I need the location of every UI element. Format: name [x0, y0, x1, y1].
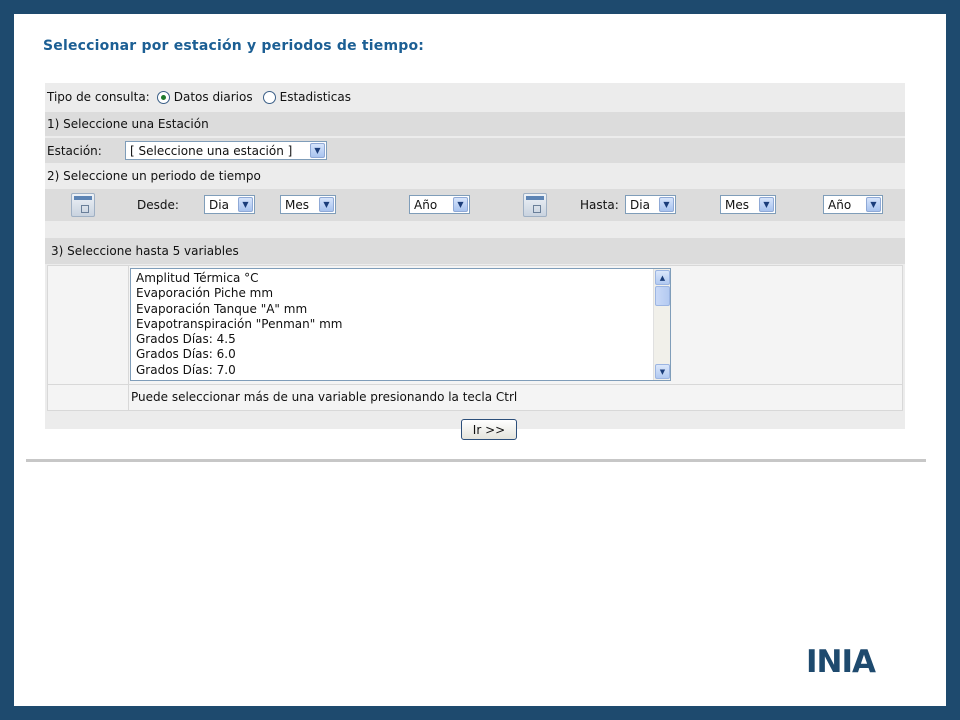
- list-item[interactable]: Grados Días: 7.0: [136, 363, 342, 378]
- chevron-down-icon[interactable]: ▼: [238, 197, 253, 212]
- scroll-up-icon[interactable]: ▲: [655, 270, 670, 285]
- radio-statistics-label[interactable]: Estadisticas: [280, 90, 351, 104]
- from-label: Desde:: [137, 198, 179, 212]
- step3-heading-row: 3) Seleccione hasta 5 variables: [45, 238, 905, 264]
- calendar-icon[interactable]: [523, 193, 547, 217]
- logo-text: INIA: [806, 644, 876, 680]
- scroll-down-icon[interactable]: ▼: [655, 364, 670, 379]
- chevron-down-icon[interactable]: ▼: [659, 197, 674, 212]
- hint-text: Puede seleccionar más de una variable pr…: [131, 390, 518, 404]
- list-item[interactable]: Evapotranspiración "Penman" mm: [136, 317, 342, 332]
- to-day-select[interactable]: Dia ▼: [625, 195, 676, 214]
- to-year-select[interactable]: Año ▼: [823, 195, 883, 214]
- inia-logo: INIA: [806, 644, 896, 680]
- to-year-value: Año: [828, 197, 852, 212]
- list-item[interactable]: Evaporación Tanque "A" mm: [136, 302, 342, 317]
- query-type-label: Tipo de consulta:: [47, 90, 150, 104]
- submit-button[interactable]: Ir >>: [461, 419, 517, 440]
- from-day-select[interactable]: Dia ▼: [204, 195, 255, 214]
- step2-heading-row: 2) Seleccione un periodo de tiempo: [45, 164, 905, 188]
- radio-daily-data-label[interactable]: Datos diarios: [174, 90, 253, 104]
- list-item[interactable]: Evaporación Piche mm: [136, 286, 342, 301]
- list-item[interactable]: Grados Días: 4.5: [136, 332, 342, 347]
- page-title: Seleccionar por estación y periodos de t…: [43, 38, 425, 54]
- to-label: Hasta:: [580, 198, 619, 212]
- step2-heading: 2) Seleccione un periodo de tiempo: [47, 169, 261, 183]
- from-year-select[interactable]: Año ▼: [409, 195, 470, 214]
- radio-statistics[interactable]: [262, 90, 276, 104]
- query-form: Tipo de consulta: Datos diarios Estadist…: [45, 83, 905, 440]
- to-day-value: Dia: [630, 197, 650, 212]
- chevron-down-icon[interactable]: ▼: [759, 197, 774, 212]
- cell-divider: [128, 266, 129, 384]
- variables-listbox[interactable]: Amplitud Térmica °C Evaporación Piche mm…: [130, 268, 671, 381]
- chevron-down-icon[interactable]: ▼: [319, 197, 334, 212]
- list-item[interactable]: Grados Días: 6.0: [136, 347, 342, 362]
- variables-list: Amplitud Térmica °C Evaporación Piche mm…: [136, 271, 342, 378]
- section-divider: [26, 459, 926, 462]
- list-item[interactable]: Amplitud Térmica °C: [136, 271, 342, 286]
- from-day-value: Dia: [209, 197, 229, 212]
- station-select[interactable]: [ Seleccione una estación ] ▼: [125, 141, 327, 160]
- chevron-down-icon[interactable]: ▼: [866, 197, 881, 212]
- station-label: Estación:: [47, 143, 102, 158]
- step1-heading: 1) Seleccione una Estación: [47, 117, 209, 131]
- list-scrollbar[interactable]: ▲ ▼: [653, 269, 670, 380]
- query-type-row: Tipo de consulta: Datos diarios Estadist…: [45, 83, 905, 111]
- step1-heading-row: 1) Seleccione una Estación: [45, 112, 905, 136]
- station-select-value: [ Seleccione una estación ]: [130, 143, 293, 158]
- from-year-value: Año: [414, 197, 438, 212]
- cell-divider: [128, 385, 129, 410]
- from-month-select[interactable]: Mes ▼: [280, 195, 336, 214]
- to-month-value: Mes: [725, 197, 749, 212]
- scroll-thumb[interactable]: [655, 286, 670, 306]
- chevron-down-icon[interactable]: ▼: [310, 143, 325, 158]
- to-month-select[interactable]: Mes ▼: [720, 195, 776, 214]
- from-month-value: Mes: [285, 197, 309, 212]
- hint-row: Puede seleccionar más de una variable pr…: [47, 385, 903, 411]
- radio-daily-data[interactable]: [156, 90, 170, 104]
- chevron-down-icon[interactable]: ▼: [453, 197, 468, 212]
- step3-heading: 3) Seleccione hasta 5 variables: [51, 244, 239, 258]
- calendar-icon[interactable]: [71, 193, 95, 217]
- content-frame: Seleccionar por estación y periodos de t…: [14, 14, 946, 706]
